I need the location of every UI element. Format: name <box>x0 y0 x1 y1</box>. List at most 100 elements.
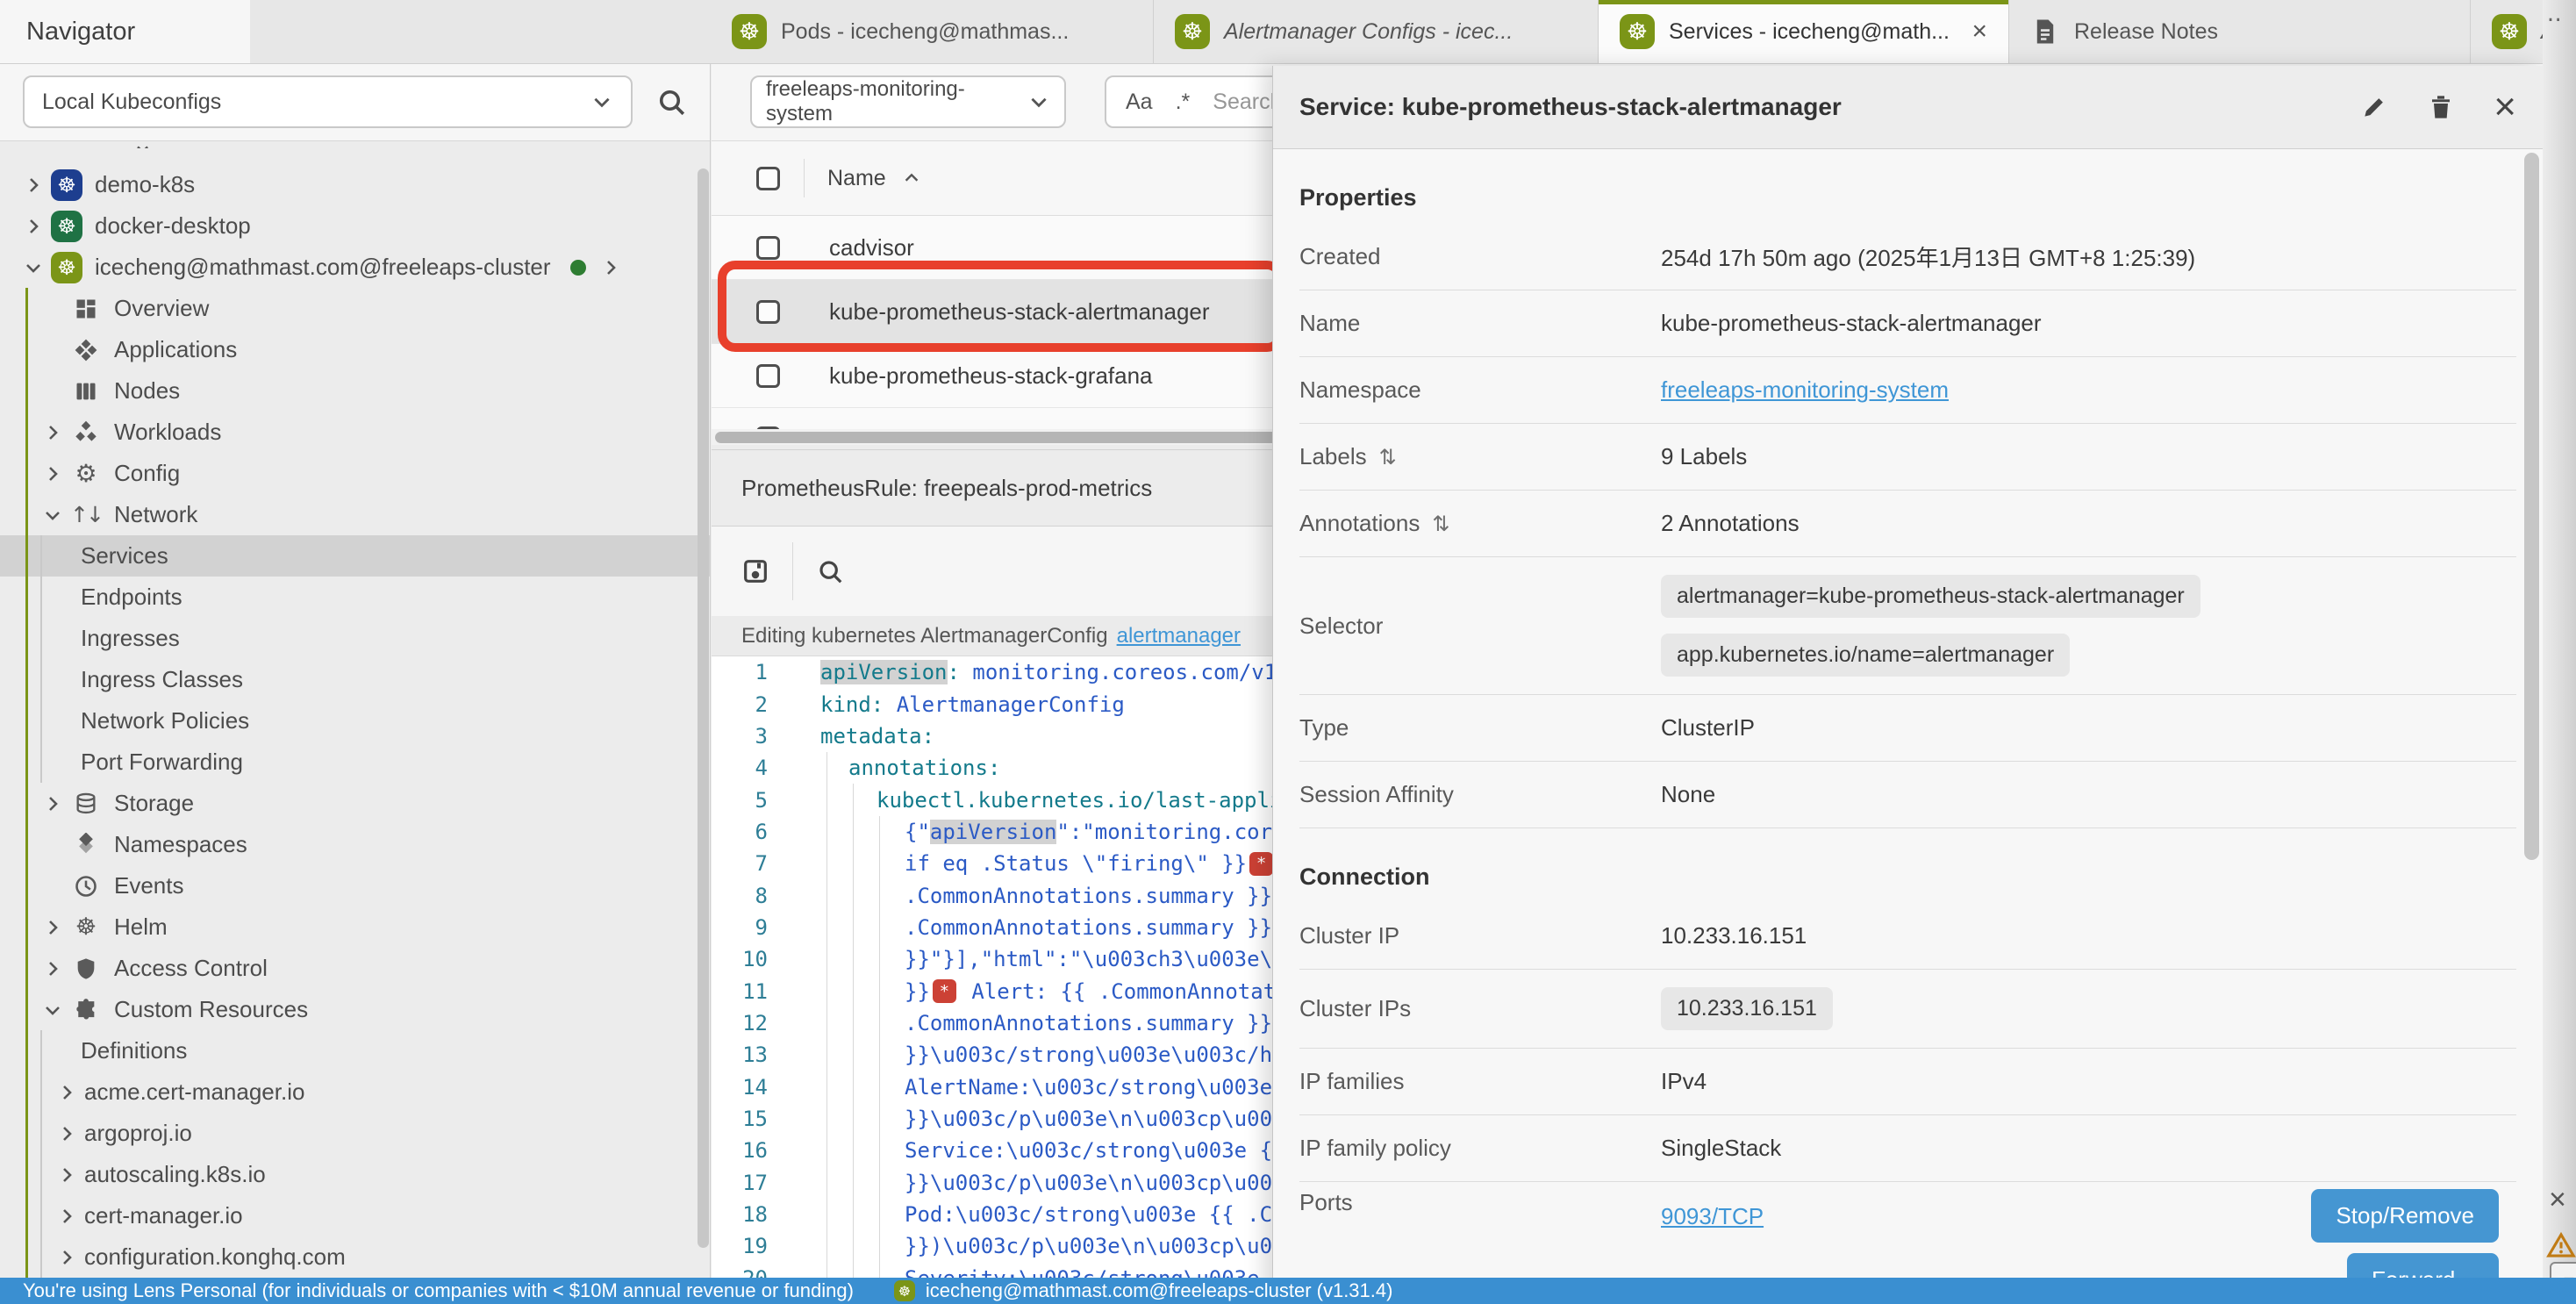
chevron-right-icon[interactable] <box>23 175 44 196</box>
sidebar-item-access-control[interactable]: Access Control <box>0 948 710 989</box>
select-all-checkbox[interactable] <box>756 167 780 190</box>
drawer-row-value: IPv4 <box>1661 1068 1707 1095</box>
chevron-right-icon[interactable] <box>56 1164 77 1186</box>
chevron-right-icon[interactable] <box>56 1082 77 1103</box>
sidebar-item-events[interactable]: Events <box>0 865 710 906</box>
code-token: }}\u003c/p\u003e\n\u003cp\u003 <box>905 1107 1284 1131</box>
sidebar-scrollbar[interactable] <box>698 168 709 1248</box>
chevron-down-icon[interactable] <box>42 999 63 1021</box>
sidebar-item-configuration-konghq-com[interactable]: configuration.konghq.com <box>0 1236 710 1278</box>
sidebar-item-namespaces[interactable]: Namespaces <box>0 824 710 865</box>
workloads-icon <box>70 417 102 448</box>
line-number: 13 <box>712 1042 791 1067</box>
tab-services-icecheng-math-[interactable]: ☸Services - icecheng@math...× <box>1599 0 2009 63</box>
name-column-header[interactable]: Name <box>827 166 886 191</box>
sort-toggle-icon[interactable]: ⇅ <box>1379 445 1397 469</box>
chevron-down-icon[interactable] <box>42 505 63 526</box>
sidebar-item-endpoints[interactable]: Endpoints <box>0 577 710 618</box>
sidebar-item-argoproj-io[interactable]: argoproj.io <box>0 1113 710 1154</box>
sidebar-item-ingresses[interactable]: Ingresses <box>0 618 710 659</box>
sidebar-item-demo-k8s[interactable]: ☸demo-k8s <box>0 164 710 205</box>
sidebar-item-network-policies[interactable]: Network Policies <box>0 700 710 742</box>
match-case-toggle[interactable]: Aa <box>1126 90 1153 115</box>
save-icon[interactable] <box>741 557 769 585</box>
code-token: .CommonAnnotations.summary }}- <box>905 915 1284 940</box>
sidebar-item-storage[interactable]: Storage <box>0 783 710 824</box>
sidebar-item-nodes[interactable]: Nodes <box>0 370 710 412</box>
namespaces-icon <box>70 829 102 861</box>
sidebar-item-docker-desktop[interactable]: ☸docker-desktop <box>0 205 710 247</box>
namespace-selector[interactable]: freeleaps-monitoring-system <box>750 75 1066 128</box>
sidebar-item-overview[interactable]: Overview <box>0 288 710 329</box>
sidebar-item-workloads[interactable]: Workloads <box>0 412 710 453</box>
value-badge: alertmanager=kube-prometheus-stack-alert… <box>1661 575 2200 618</box>
port-link[interactable]: 9093/TCP <box>1661 1203 1903 1230</box>
edit-service-icon[interactable] <box>2360 93 2388 121</box>
close-tab-icon[interactable]: × <box>1971 18 1987 45</box>
tab-alertmanager-configs-ice[interactable]: ☸Alertmanager Configs - icec... <box>1154 0 1599 63</box>
line-number: 12 <box>712 1011 791 1035</box>
sidebar-item-label: acme.cert-manager.io <box>84 1078 304 1106</box>
sidebar-item-acme-cert-manager-io[interactable]: acme.cert-manager.io <box>0 1071 710 1113</box>
sidebar-item-label: docker-desktop <box>95 212 251 240</box>
drawer-row-label: IP family policy <box>1299 1135 1451 1162</box>
kubernetes-icon: ☸ <box>2492 14 2527 49</box>
chevron-right-icon[interactable] <box>42 917 63 938</box>
kubernetes-icon: ☸ <box>732 14 767 49</box>
delete-service-icon[interactable] <box>2427 93 2455 121</box>
kubeconfig-selector[interactable]: Local Kubeconfigs <box>23 75 633 128</box>
kubernetes-icon: ☸ <box>1175 14 1210 49</box>
editing-resource-link[interactable]: alertmanager <box>1117 624 1241 648</box>
chevron-right-icon[interactable] <box>56 1123 77 1144</box>
sidebar-item-cert-manager-io[interactable]: cert-manager.io <box>0 1195 710 1236</box>
namespace-link[interactable]: freeleaps-monitoring-system <box>1661 376 1949 403</box>
chevron-right-icon[interactable] <box>42 958 63 979</box>
row-checkbox[interactable] <box>756 364 780 388</box>
sidebar-item-helm[interactable]: ☸Helm <box>0 906 710 948</box>
sort-ascending-icon[interactable] <box>902 168 921 188</box>
code-token: metadata <box>820 724 922 749</box>
stop-remove-button[interactable]: Stop/Remove <box>2311 1189 2499 1243</box>
regex-toggle[interactable]: .* <box>1176 90 1191 115</box>
code-token: }}"}],"html":"\u003ch3\u003e\u <box>905 947 1284 971</box>
sidebar-item-services[interactable]: Services <box>0 535 710 577</box>
code-token: {" <box>905 820 930 844</box>
row-checkbox[interactable] <box>756 236 780 260</box>
sidebar-item-config[interactable]: ⚙Config <box>0 453 710 494</box>
notification-close-icon[interactable]: × <box>2549 1183 2566 1217</box>
active-cluster-status[interactable]: ☸ icecheng@mathmast.com@freeleaps-cluste… <box>894 1279 1393 1302</box>
sidebar-item-autoscaling-k8s-io[interactable]: autoscaling.k8s.io <box>0 1154 710 1195</box>
tab-release-notes[interactable]: Release Notes <box>2009 0 2471 63</box>
chevron-right-icon[interactable] <box>42 793 63 814</box>
chevron-right-icon[interactable] <box>42 422 63 443</box>
tab-pods-icecheng-mathmas-[interactable]: ☸Pods - icecheng@mathmas... <box>711 0 1154 63</box>
sidebar-item-network[interactable]: ↑↓Network <box>0 494 710 535</box>
drawer-row-annotations: Annotations⇅2 Annotations <box>1299 491 2516 557</box>
sort-toggle-icon[interactable]: ⇅ <box>1432 512 1449 536</box>
sidebar-item-definitions[interactable]: Definitions <box>0 1030 710 1071</box>
sidebar-item-applications[interactable]: Applications <box>0 329 710 370</box>
right-edge-strip: × − − <box>2543 0 2576 1304</box>
service-name: cadvisor <box>829 234 914 262</box>
close-drawer-icon[interactable]: × <box>2494 88 2516 126</box>
search-icon[interactable] <box>655 86 687 118</box>
chevron-right-icon[interactable] <box>23 216 44 237</box>
drawer-row-label: Cluster IPs <box>1299 995 1411 1022</box>
editor-search-icon[interactable] <box>816 557 844 585</box>
code-token: Severity:\u003c/strong\u003e - <box>905 1266 1284 1278</box>
sidebar-item-ingress-classes[interactable]: Ingress Classes <box>0 659 710 700</box>
sidebar-item-label: Ingress Classes <box>81 666 243 693</box>
drawer-row-label: Session Affinity <box>1299 781 1454 808</box>
events-clock-icon <box>70 871 102 902</box>
sidebar-item-icecheng-mathmast-com-freeleaps-cluster[interactable]: ☸icecheng@mathmast.com@freeleaps-cluster <box>0 247 710 288</box>
sidebar-item-label: Namespaces <box>114 831 247 858</box>
chevron-down-icon[interactable] <box>23 257 44 278</box>
chevron-right-icon[interactable] <box>600 257 621 278</box>
chevron-right-icon[interactable] <box>56 1206 77 1227</box>
drawer-scrollbar[interactable] <box>2524 153 2539 860</box>
chevron-right-icon[interactable] <box>42 463 63 484</box>
editing-status-text: Editing kubernetes AlertmanagerConfig <box>741 624 1108 648</box>
sidebar-item-custom-resources[interactable]: Custom Resources <box>0 989 710 1030</box>
chevron-right-icon[interactable] <box>56 1247 77 1268</box>
sidebar-item-port-forwarding[interactable]: Port Forwarding <box>0 742 710 783</box>
